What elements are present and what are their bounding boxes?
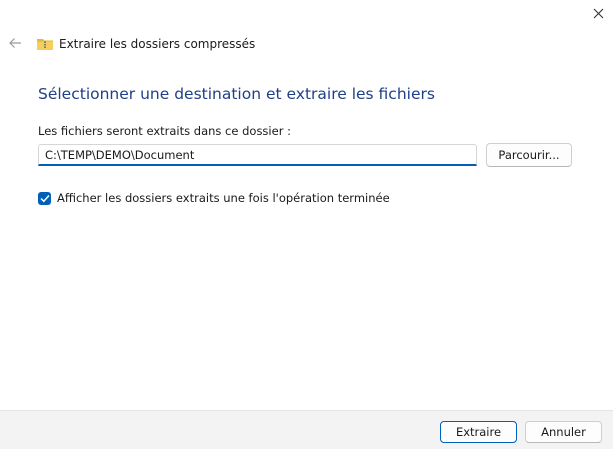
destination-label: Les fichiers seront extraits dans ce dos… — [38, 124, 291, 138]
dialog-footer — [0, 410, 613, 449]
show-extracted-label: Afficher les dossiers extraits une fois … — [57, 191, 390, 205]
browse-button[interactable]: Parcourir... — [486, 143, 572, 167]
back-button[interactable] — [4, 34, 26, 54]
close-button[interactable] — [583, 4, 613, 26]
cancel-button[interactable]: Annuler — [525, 421, 602, 443]
page-heading: Sélectionner une destination et extraire… — [38, 85, 435, 103]
checkmark-icon — [39, 194, 50, 202]
close-icon — [593, 8, 604, 22]
zip-folder-icon — [36, 36, 54, 52]
show-extracted-checkbox[interactable] — [38, 191, 51, 205]
show-extracted-option[interactable]: Afficher les dossiers extraits une fois … — [38, 190, 390, 206]
extract-dialog: Extraire les dossiers compressés Sélecti… — [0, 0, 613, 449]
destination-path-input[interactable] — [38, 144, 477, 166]
back-arrow-icon — [8, 37, 22, 52]
dialog-title: Extraire les dossiers compressés — [59, 37, 256, 51]
extract-button[interactable]: Extraire — [440, 421, 517, 443]
wizard-header: Extraire les dossiers compressés — [36, 35, 255, 53]
